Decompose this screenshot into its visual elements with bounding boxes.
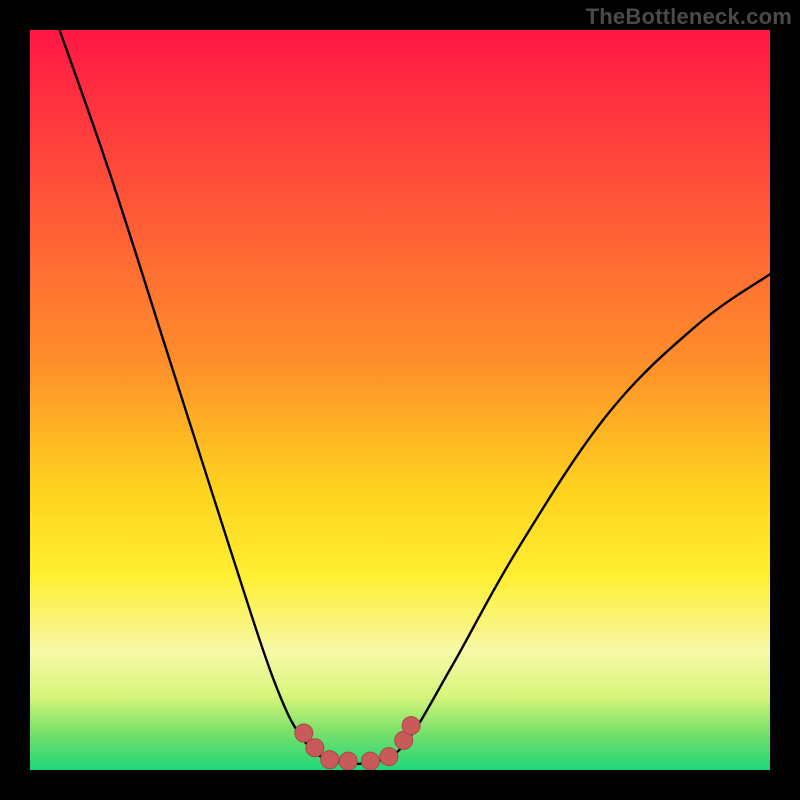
curve-marker [402, 717, 420, 735]
curve-marker [361, 752, 379, 770]
curve-marker [321, 751, 339, 769]
chart-plot-area [30, 30, 770, 770]
curve-marker [380, 748, 398, 766]
curve-marker [306, 739, 324, 757]
watermark-text: TheBottleneck.com [586, 4, 792, 30]
curve-marker [339, 752, 357, 770]
chart-svg [30, 30, 770, 770]
gradient-background [30, 30, 770, 770]
curve-marker [295, 724, 313, 742]
